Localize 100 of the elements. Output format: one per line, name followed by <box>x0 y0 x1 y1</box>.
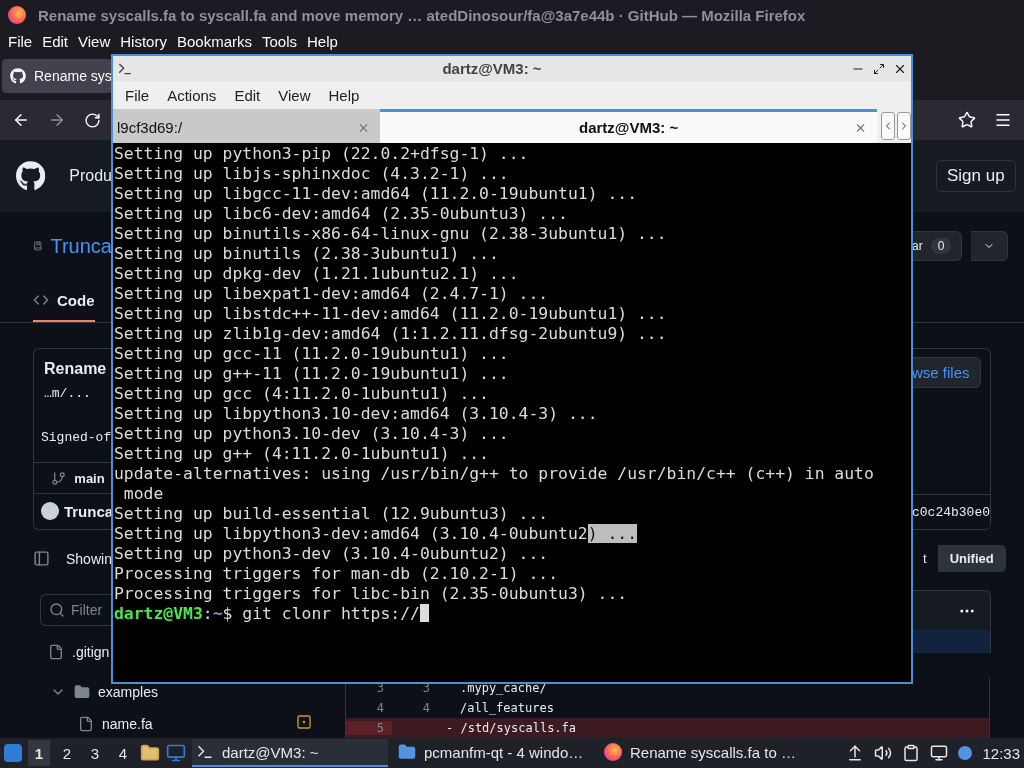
terminal-tab[interactable]: dartz@VM3: ~ <box>380 109 877 143</box>
terminal-icon <box>196 743 214 761</box>
folder-icon <box>398 743 416 761</box>
branch-icon <box>51 470 67 486</box>
notification-icon[interactable] <box>958 746 973 760</box>
back-icon[interactable] <box>12 111 30 129</box>
avatar <box>40 502 59 521</box>
terminal-line: Setting up python3-dev (3.10.4-0ubuntu2) ... <box>114 544 550 564</box>
terminal-line: Setting up python3-pip (22.0.2+dfsg-1) ... <box>114 144 530 164</box>
scroll-right-button[interactable] <box>897 112 911 140</box>
menu-icon[interactable] <box>994 111 1012 129</box>
star-label: ar <box>912 239 923 253</box>
menu-item[interactable]: Help <box>303 32 342 50</box>
terminal-line: Setting up libpython3.10-dev:amd64 (3.10.4-3) ... <box>114 404 599 424</box>
star-button[interactable]: ar 0 <box>912 231 963 261</box>
menu-item[interactable]: View <box>270 86 319 104</box>
start-menu-icon[interactable] <box>4 744 22 762</box>
terminal-line: Setting up dpkg-dev (1.21.1ubuntu2.1) ... <box>114 264 520 284</box>
reload-icon[interactable] <box>84 111 101 129</box>
sign-up-button[interactable]: Sign up <box>936 160 1016 192</box>
showing-text: Showin <box>66 550 112 567</box>
menu-item[interactable]: Bookmarks <box>172 32 256 50</box>
workspace-button[interactable]: 3 <box>84 740 106 766</box>
volume-icon[interactable] <box>874 744 893 762</box>
terminal-line: Setting up python3.10-dev (3.10.4-3) ... <box>114 424 510 444</box>
filter-placeholder: Filter <box>71 602 103 618</box>
file-icon <box>48 644 64 660</box>
workspace-button[interactable]: 1 <box>28 740 50 766</box>
tree-item[interactable]: .gitign <box>0 640 110 664</box>
menu-item[interactable]: Help <box>320 86 368 104</box>
file-name[interactable]: name.fa <box>102 716 153 732</box>
commit-message: …m/... <box>44 385 92 401</box>
menu-item[interactable]: File <box>117 86 158 104</box>
terminal-tab[interactable]: l9cf3d69:/ <box>113 109 381 143</box>
diff-text: - /std/syscalls.fa <box>445 721 578 735</box>
folder-icon <box>74 684 90 700</box>
workspace-button[interactable]: 4 <box>112 740 134 766</box>
maximize-icon[interactable] <box>873 62 885 75</box>
file-name: .gitign <box>72 644 110 660</box>
line-number: 4 <box>421 701 431 715</box>
menu-item[interactable]: Edit <box>226 86 269 104</box>
taskbar-task[interactable]: dartz@VM3: ~ <box>192 739 388 767</box>
menu-item[interactable]: Edit <box>38 32 73 50</box>
line-number: 5 <box>346 721 392 735</box>
workspace-button[interactable]: 2 <box>56 740 78 766</box>
github-logo-icon[interactable] <box>16 160 46 192</box>
sidebar-toggle-icon[interactable] <box>33 550 50 567</box>
commit-message: Signed-of <box>41 429 112 445</box>
network-icon[interactable] <box>930 744 949 762</box>
browser-logo-icon <box>8 6 26 24</box>
bookmark-star-icon[interactable] <box>958 111 976 129</box>
menu-item[interactable]: History <box>116 32 171 50</box>
terminal-prompt[interactable]: dartz@VM3:~$ git clonr https:// <box>114 604 911 624</box>
search-icon <box>49 602 65 618</box>
nav-item[interactable]: Produ <box>69 167 112 185</box>
scroll-left-button[interactable] <box>881 112 895 140</box>
terminal-line: Setting up libexpat1-dev:amd64 (2.4.7-1) ... <box>114 284 550 304</box>
menu-item[interactable]: View <box>74 32 115 50</box>
repo-link[interactable]: Trunca <box>50 234 112 258</box>
view-toggle[interactable]: Unified <box>937 545 1005 572</box>
forward-icon[interactable] <box>48 111 66 129</box>
menu-item[interactable]: File <box>4 32 37 50</box>
commit-sha: c0c24b30e0 <box>912 504 990 520</box>
file-icon <box>78 716 94 732</box>
folder-name[interactable]: examples <box>98 684 158 700</box>
taskbar-task[interactable]: Rename syscalls.fa to … <box>600 739 810 767</box>
browse-files-button[interactable]: wse files <box>912 357 981 388</box>
commit-title: Rename <box>44 359 108 378</box>
close-tab-icon[interactable] <box>854 121 867 134</box>
window-title: dartz@VM3: ~ <box>442 60 542 77</box>
star-count: 0 <box>930 238 952 254</box>
clock: 12:33 <box>982 744 1020 762</box>
code-icon <box>33 292 49 308</box>
terminal-line: Setting up libc6-dev:amd64 (2.35-0ubuntu3) ... <box>114 204 569 224</box>
github-icon <box>10 68 26 84</box>
taskbar-task[interactable]: pcmanfm-qt - 4 windo… <box>394 739 594 767</box>
terminal-line: Setting up gcc-11 (11.2.0-19ubuntu1) ... <box>114 344 510 364</box>
desktop-icon[interactable] <box>166 743 186 763</box>
file-manager-icon[interactable] <box>140 743 160 763</box>
terminal-line: Setting up build-essential (12.9ubuntu3) ... <box>114 504 550 524</box>
menu-item[interactable]: Tools <box>258 32 301 50</box>
clipboard-icon[interactable] <box>902 744 921 762</box>
line-number: 4 <box>375 701 385 715</box>
terminal-line: Processing triggers for libc-bin (2.35-0ubuntu3) ... <box>114 584 629 604</box>
browser-icon <box>604 743 622 761</box>
diff-text: .mypy_cache/ <box>459 681 548 695</box>
repo-icon <box>33 238 43 254</box>
terminal-line: Setting up gcc (4:11.2.0-1ubuntu1) ... <box>114 384 490 404</box>
code-tab[interactable]: Code <box>33 280 95 322</box>
star-dropdown[interactable] <box>971 231 1009 261</box>
terminal-line: Setting up g++ (4:11.2.0-1ubuntu1) ... <box>114 444 490 464</box>
branch-name: main <box>74 470 105 486</box>
window-title: Rename syscalls.fa to syscall.fa and move memory … atedDinosour/fa@3a7e44b · GitHub — Mozilla Firefox <box>38 6 806 24</box>
terminal-line: Setting up binutils (2.38-3ubuntu1) ... <box>114 244 500 264</box>
menu-item[interactable]: Actions <box>159 86 225 104</box>
terminal-line: Setting up libgcc-11-dev:amd64 (11.2.0-19ubuntu1) ... <box>114 184 638 204</box>
terminal-line: Setting up binutils-x86-64-linux-gnu (2.38-3ubuntu1) ... <box>114 224 668 244</box>
browser-tab[interactable]: Rename sys <box>2 59 112 93</box>
terminal-line: Setting up g++-11 (11.2.0-19ubuntu1) ... <box>114 364 510 384</box>
diff-text: /all_features <box>459 701 555 715</box>
